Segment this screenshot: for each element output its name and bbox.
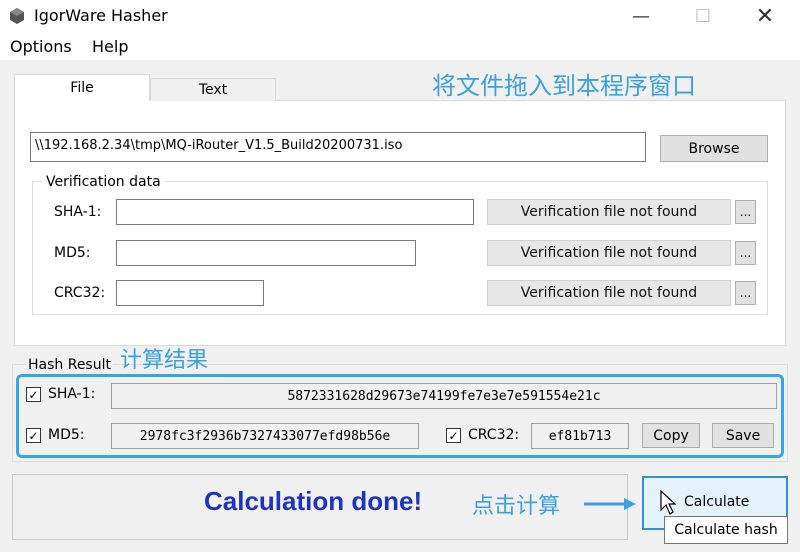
check-icon: ✓ — [28, 387, 39, 402]
result-hint-annotation: 计算结果 — [120, 348, 209, 373]
verify-crc32-browse-button[interactable]: ... — [735, 281, 756, 305]
copy-button[interactable]: Copy — [642, 423, 700, 448]
verify-md5-label: MD5: — [54, 245, 91, 261]
crc32-checkbox[interactable]: ✓ — [446, 428, 461, 443]
check-icon: ✓ — [448, 428, 459, 443]
verify-crc32-label: CRC32: — [54, 285, 106, 301]
verify-md5-input[interactable] — [116, 240, 416, 266]
drag-hint-annotation: 将文件拖入到本程序窗口 — [432, 72, 696, 100]
crc32-result-field[interactable]: ef81b713 — [531, 423, 629, 449]
verify-crc32-status: Verification file not found — [487, 280, 731, 306]
md5-result-field[interactable]: 2978fc3f2936b7327433077efd98b56e — [111, 423, 419, 449]
arrow-right-icon — [584, 498, 636, 510]
md5-checkbox[interactable]: ✓ — [26, 428, 41, 443]
check-icon: ✓ — [28, 428, 39, 443]
file-path-input[interactable]: \\192.168.2.34\tmp\MQ-iRouter_V1.5_Build… — [30, 132, 646, 162]
tab-file[interactable]: File — [14, 74, 150, 101]
verify-sha1-label: SHA-1: — [54, 204, 102, 220]
close-button[interactable]: ✕ — [742, 0, 788, 32]
menu-help[interactable]: Help — [92, 37, 128, 56]
hash-result-group-label: Hash Result — [26, 357, 113, 373]
maximize-button[interactable]: ☐ — [680, 0, 726, 32]
status-message: Calculation done! — [204, 486, 423, 516]
verify-sha1-status: Verification file not found — [487, 199, 731, 225]
sha1-checkbox[interactable]: ✓ — [26, 387, 41, 402]
calculate-tooltip: Calculate hash — [664, 516, 788, 544]
minimize-icon: — — [632, 5, 650, 27]
crc32-label: CRC32: — [468, 427, 520, 443]
calculate-label: Calculate — [684, 494, 750, 510]
maximize-icon: ☐ — [694, 5, 712, 27]
sha1-label: SHA-1: — [48, 386, 96, 402]
md5-label: MD5: — [48, 427, 85, 443]
click-hint-annotation: 点击计算 — [472, 494, 561, 519]
tab-text[interactable]: Text — [150, 78, 276, 101]
verify-md5-browse-button[interactable]: ... — [735, 241, 756, 265]
sha1-result-field[interactable]: 5872331628d29673e74199fe7e3e7e591554e21c — [111, 383, 777, 409]
verify-sha1-browse-button[interactable]: ... — [735, 200, 756, 224]
app-icon — [10, 8, 24, 24]
minimize-button[interactable]: — — [618, 0, 664, 32]
verify-sha1-input[interactable] — [116, 199, 474, 225]
browse-button[interactable]: Browse — [660, 135, 768, 162]
verification-group-label: Verification data — [42, 174, 165, 190]
mouse-cursor-icon — [660, 490, 676, 515]
close-icon: ✕ — [755, 3, 775, 29]
menu-options[interactable]: Options — [10, 37, 72, 56]
verify-crc32-input[interactable] — [116, 280, 264, 306]
save-button[interactable]: Save — [712, 423, 774, 448]
window-title: IgorWare Hasher — [34, 6, 168, 25]
verify-md5-status: Verification file not found — [487, 240, 731, 266]
